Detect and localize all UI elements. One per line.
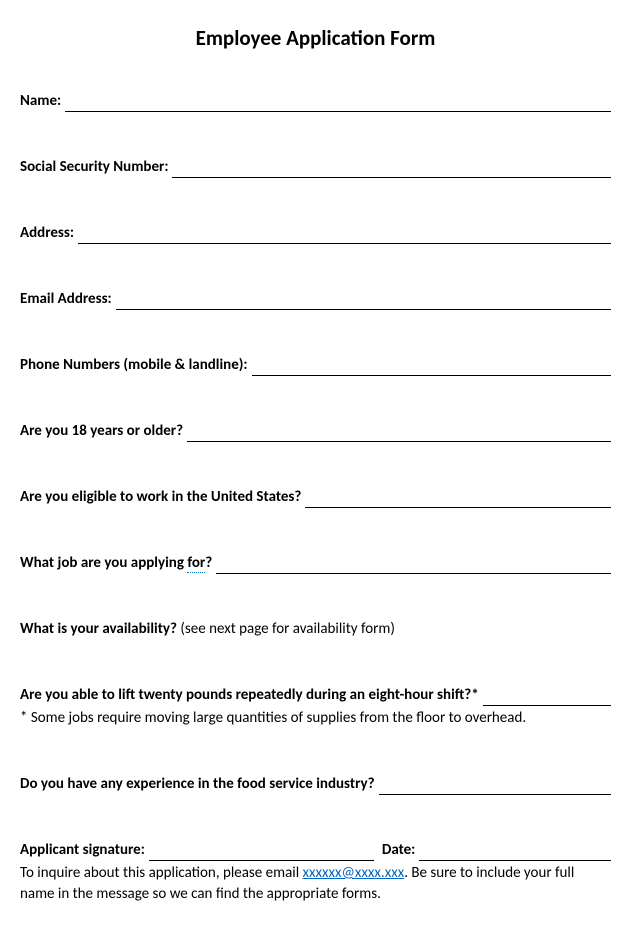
age-input-line[interactable] bbox=[187, 426, 611, 442]
availability-note: (see next page for availability form) bbox=[177, 620, 395, 638]
address-label: Address: bbox=[20, 223, 74, 244]
availability-label: What is your availability? bbox=[20, 620, 177, 638]
footer-text: To inquire about this application, pleas… bbox=[20, 863, 611, 905]
footer-email-link[interactable]: xxxxxx@xxxx.xxx bbox=[303, 864, 405, 882]
eligible-label: Are you eligible to work in the United S… bbox=[20, 487, 301, 508]
date-label: Date: bbox=[382, 840, 415, 861]
lift-label: Are you able to lift twenty pounds repea… bbox=[20, 685, 479, 706]
signature-input-line[interactable] bbox=[149, 845, 374, 861]
email-field: Email Address: bbox=[20, 289, 611, 310]
experience-input-line[interactable] bbox=[379, 779, 611, 795]
footer-prefix: To inquire about this application, pleas… bbox=[20, 864, 303, 882]
name-input-line[interactable] bbox=[65, 96, 611, 112]
ssn-field: Social Security Number: bbox=[20, 157, 611, 178]
signature-row: Applicant signature: Date: bbox=[20, 840, 611, 861]
eligible-input-line[interactable] bbox=[305, 492, 611, 508]
phone-label: Phone Numbers (mobile & landline): bbox=[20, 355, 248, 376]
eligible-field: Are you eligible to work in the United S… bbox=[20, 487, 611, 508]
date-input-line[interactable] bbox=[419, 845, 611, 861]
job-label-prefix: What job are you applying bbox=[20, 554, 187, 572]
signature-label: Applicant signature: bbox=[20, 840, 145, 861]
form-title: Employee Application Form bbox=[20, 25, 611, 51]
experience-label: Do you have any experience in the food s… bbox=[20, 774, 375, 795]
address-field: Address: bbox=[20, 223, 611, 244]
lift-input-line[interactable] bbox=[483, 690, 611, 706]
email-label: Email Address: bbox=[20, 289, 112, 310]
availability-field: What is your availability? (see next pag… bbox=[20, 619, 611, 640]
age-label: Are you 18 years or older? bbox=[20, 421, 183, 442]
job-label: What job are you applying for? bbox=[20, 553, 212, 574]
job-field: What job are you applying for? bbox=[20, 553, 611, 574]
address-input-line[interactable] bbox=[78, 228, 611, 244]
age-field: Are you 18 years or older? bbox=[20, 421, 611, 442]
phone-field: Phone Numbers (mobile & landline): bbox=[20, 355, 611, 376]
phone-input-line[interactable] bbox=[252, 360, 611, 376]
ssn-label: Social Security Number: bbox=[20, 157, 168, 178]
job-input-line[interactable] bbox=[216, 558, 611, 574]
lift-note: * Some jobs require moving large quantit… bbox=[20, 708, 611, 729]
name-field: Name: bbox=[20, 91, 611, 112]
job-label-suffix: ? bbox=[205, 554, 212, 572]
email-input-line[interactable] bbox=[116, 294, 611, 310]
lift-field: Are you able to lift twenty pounds repea… bbox=[20, 685, 611, 729]
name-label: Name: bbox=[20, 91, 61, 112]
experience-field: Do you have any experience in the food s… bbox=[20, 774, 611, 795]
job-label-for: for bbox=[187, 554, 205, 573]
ssn-input-line[interactable] bbox=[172, 162, 611, 178]
